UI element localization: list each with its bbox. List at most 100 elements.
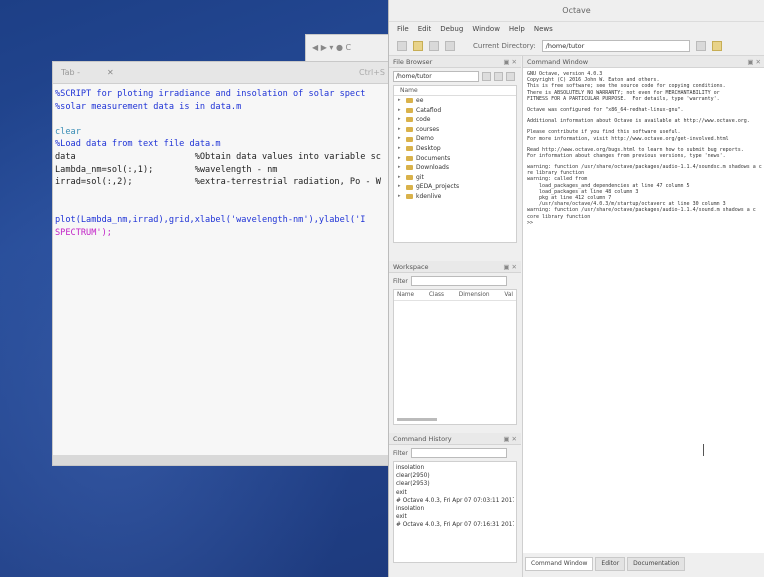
octave-main-window[interactable]: Octave File Edit Debug Window Help News … bbox=[388, 0, 764, 577]
dropdown-icon[interactable] bbox=[482, 72, 491, 81]
file-browser-column-name[interactable]: Name bbox=[394, 86, 516, 96]
workspace-filter-label: Filter bbox=[393, 277, 408, 285]
history-filter-label: Filter bbox=[393, 449, 408, 457]
paste-icon[interactable] bbox=[445, 40, 455, 51]
panel-controls-icon[interactable]: ▣ ✕ bbox=[503, 263, 517, 271]
menu-news[interactable]: News bbox=[534, 25, 553, 33]
menu-file[interactable]: File bbox=[397, 25, 409, 33]
menu-edit[interactable]: Edit bbox=[418, 25, 432, 33]
history-item[interactable]: insolation bbox=[396, 464, 514, 472]
workspace-header: Workspace ▣ ✕ bbox=[389, 261, 521, 273]
panel-controls-icon[interactable]: ▣ ✕ bbox=[747, 58, 761, 66]
history-item[interactable]: insolation bbox=[396, 505, 514, 513]
file-browser-item[interactable]: ▸ Desktop bbox=[394, 144, 516, 154]
expand-arrow-icon[interactable]: ▸ bbox=[398, 144, 403, 154]
file-browser-item[interactable]: ▸ gEDA_projects bbox=[394, 182, 516, 192]
expand-arrow-icon[interactable]: ▸ bbox=[398, 192, 403, 202]
tab-documentation[interactable]: Documentation bbox=[627, 557, 686, 571]
tab-command-window[interactable]: Command Window bbox=[525, 557, 594, 571]
expand-arrow-icon[interactable]: ▸ bbox=[398, 173, 403, 183]
workspace-col-name[interactable]: Name bbox=[397, 292, 414, 298]
workspace-table[interactable]: Name Class Dimension Val bbox=[393, 289, 517, 425]
folder-icon bbox=[406, 194, 413, 200]
dropdown-icon[interactable] bbox=[695, 40, 706, 51]
workspace-col-dimension[interactable]: Dimension bbox=[459, 292, 490, 298]
expand-arrow-icon[interactable]: ▸ bbox=[398, 125, 403, 135]
code-line[interactable]: plot(Lambda_nm,irrad),grid,xlabel('wavel… bbox=[55, 214, 391, 227]
file-browser-item-label: Desktop bbox=[416, 144, 441, 152]
expand-arrow-icon[interactable]: ▸ bbox=[398, 115, 403, 125]
left-dock-column: File Browser ▣ ✕ /home/tutor Name ▸ ee ▸ Ca… bbox=[389, 56, 521, 577]
copy-icon[interactable] bbox=[429, 40, 439, 51]
history-item[interactable]: exit bbox=[396, 489, 514, 497]
folder-icon bbox=[406, 117, 413, 123]
command-history-list[interactable]: insolation clear(2950) clear(2953) exit # Oc… bbox=[393, 461, 517, 563]
settings-icon[interactable] bbox=[506, 72, 515, 81]
new-file-icon[interactable] bbox=[397, 40, 407, 51]
code-line[interactable]: clear bbox=[55, 126, 391, 139]
file-browser-item[interactable]: ▸ Documents bbox=[394, 154, 516, 164]
file-browser-item[interactable]: ▸ git bbox=[394, 173, 516, 183]
panel-controls-icon[interactable]: ▣ ✕ bbox=[503, 58, 517, 66]
command-window-output[interactable]: GNU Octave, version 4.0.3 Copyright (C) 2… bbox=[523, 68, 764, 553]
file-browser-item[interactable]: ▸ code bbox=[394, 115, 516, 125]
up-directory-icon[interactable] bbox=[494, 72, 503, 81]
script-editor-window[interactable]: Tab - ✕ Ctrl+S %SCRIPT for ploting irrad… bbox=[52, 61, 394, 466]
file-browser-item[interactable]: ▸ Cataflod bbox=[394, 106, 516, 116]
file-browser-path-input[interactable]: /home/tutor bbox=[393, 71, 479, 82]
expand-arrow-icon[interactable]: ▸ bbox=[398, 106, 403, 116]
history-item[interactable]: # Octave 4.0.3, Fri Apr 07 07:16:31 2017… bbox=[396, 521, 514, 529]
code-line[interactable]: %SCRIPT for ploting irradiance and insol… bbox=[55, 88, 391, 101]
current-directory-input[interactable]: /home/tutor bbox=[541, 39, 690, 52]
code-line[interactable]: data %Obtain data values into variable s… bbox=[55, 151, 391, 164]
command-window-header: Command Window ▣ ✕ bbox=[523, 56, 764, 68]
folder-icon bbox=[406, 175, 413, 181]
background-browser-window[interactable]: ◀ ▶ ▾ ● C bbox=[305, 34, 395, 64]
file-browser-item[interactable]: ▸ kdenlive bbox=[394, 192, 516, 202]
browse-folder-icon[interactable] bbox=[711, 40, 722, 51]
expand-arrow-icon[interactable]: ▸ bbox=[398, 154, 403, 164]
command-history-title: Command History bbox=[393, 434, 452, 443]
file-browser-list[interactable]: Name ▸ ee ▸ Cataflod ▸ code ▸ courses ▸ Demo ▸ Desk… bbox=[393, 85, 517, 243]
history-item[interactable]: clear(2953) bbox=[396, 480, 514, 488]
menu-bar: File Edit Debug Window Help News bbox=[389, 22, 764, 36]
panel-controls-icon[interactable]: ▣ ✕ bbox=[503, 435, 517, 443]
tab-editor[interactable]: Editor bbox=[595, 557, 626, 571]
command-history-header: Command History ▣ ✕ bbox=[389, 433, 521, 445]
editor-code-area[interactable]: %SCRIPT for ploting irradiance and insol… bbox=[53, 84, 393, 243]
history-item[interactable]: # Octave 4.0.3, Fri Apr 07 07:03:11 2017… bbox=[396, 497, 514, 505]
workspace-col-value[interactable]: Val bbox=[504, 292, 513, 298]
code-line[interactable] bbox=[55, 113, 391, 126]
code-line[interactable] bbox=[55, 189, 391, 202]
menu-help[interactable]: Help bbox=[509, 25, 525, 33]
folder-icon bbox=[406, 155, 413, 161]
history-item[interactable]: exit bbox=[396, 513, 514, 521]
workspace-col-class[interactable]: Class bbox=[429, 292, 444, 298]
workspace-scrollbar[interactable] bbox=[397, 418, 437, 421]
editor-tab-label[interactable]: Tab - bbox=[61, 68, 101, 77]
expand-arrow-icon[interactable]: ▸ bbox=[398, 134, 403, 144]
menu-window[interactable]: Window bbox=[472, 25, 500, 33]
close-icon[interactable]: ✕ bbox=[107, 68, 114, 77]
file-browser-item[interactable]: ▸ Demo bbox=[394, 134, 516, 144]
file-browser-item[interactable]: ▸ courses bbox=[394, 125, 516, 135]
workspace-filter-input[interactable] bbox=[410, 276, 507, 286]
history-filter-input[interactable] bbox=[410, 448, 507, 458]
code-line[interactable]: SPECTRUM'); bbox=[55, 227, 391, 240]
expand-arrow-icon[interactable]: ▸ bbox=[398, 96, 403, 106]
code-line[interactable] bbox=[55, 201, 391, 214]
code-line[interactable]: irrad=sol(:,2); %extra-terrestrial radia… bbox=[55, 176, 391, 189]
file-browser-item[interactable]: ▸ Downloads bbox=[394, 163, 516, 173]
file-browser-item-label: Documents bbox=[416, 154, 451, 162]
expand-arrow-icon[interactable]: ▸ bbox=[398, 182, 403, 192]
code-line[interactable]: Lambda_nm=sol(:,1); %wavelength - nm bbox=[55, 164, 391, 177]
history-item[interactable]: clear(2950) bbox=[396, 472, 514, 480]
file-browser-item[interactable]: ▸ ee bbox=[394, 96, 516, 106]
browser-nav-buttons[interactable]: ◀ ▶ ▾ ● C bbox=[306, 35, 394, 60]
open-folder-icon[interactable] bbox=[413, 40, 423, 51]
code-line[interactable]: %Load data from text file data.m bbox=[55, 138, 391, 151]
expand-arrow-icon[interactable]: ▸ bbox=[398, 163, 403, 173]
command-output-line: >> bbox=[527, 219, 534, 226]
menu-debug[interactable]: Debug bbox=[440, 25, 463, 33]
code-line[interactable]: %solar measurement data is in data.m bbox=[55, 101, 391, 114]
